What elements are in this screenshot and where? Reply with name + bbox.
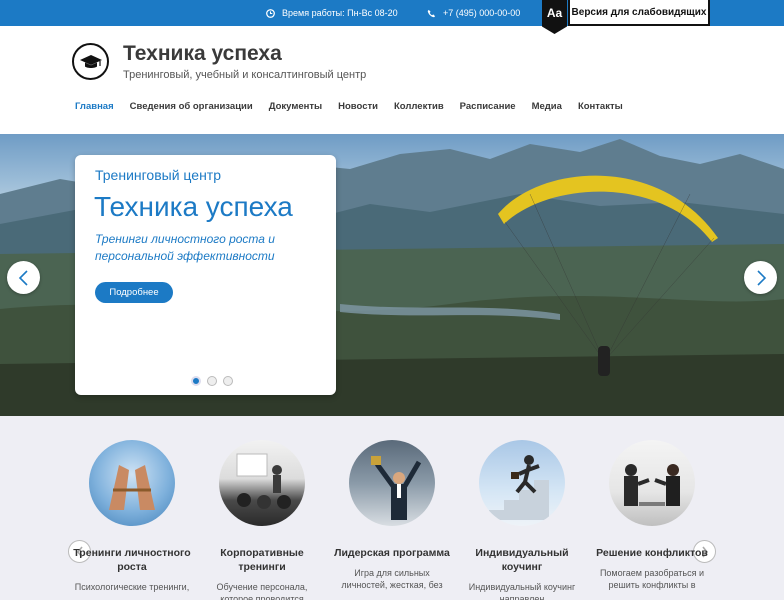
graduation-cap-icon <box>79 54 102 68</box>
service-image-chained-hands[interactable] <box>89 440 175 526</box>
slider-prev-button[interactable] <box>7 261 40 294</box>
phone[interactable]: +7 (495) 000-00-00 <box>427 0 520 26</box>
service-image-conflict[interactable] <box>609 440 695 526</box>
slide-kicker: Тренинговый центр <box>95 167 221 183</box>
chevron-left-icon <box>18 269 28 286</box>
clock-icon <box>266 8 275 18</box>
slide-title: Техника успеха <box>94 191 293 222</box>
service-image-stairs-climb[interactable] <box>479 440 565 526</box>
service-card[interactable]: Корпоративные тренинги Обучение персонал… <box>202 440 322 600</box>
service-name[interactable]: Тренинги личностного роста <box>72 546 192 574</box>
logo[interactable] <box>72 43 109 80</box>
service-card[interactable]: Лидерская программа Игра для сильных лич… <box>332 440 452 591</box>
low-vision-version-button[interactable]: Версия для слабовидящих <box>568 0 710 26</box>
nav-item-home[interactable]: Главная <box>75 100 114 114</box>
service-image-seminar[interactable] <box>219 440 305 526</box>
site-title[interactable]: Техника успеха <box>123 42 282 66</box>
phone-icon <box>427 9 436 17</box>
slider-next-button[interactable] <box>744 261 777 294</box>
slide-description: Тренинги личностного роста и персонально… <box>95 232 275 263</box>
service-text: Помогаем разобраться и решить конфликты … <box>599 568 705 590</box>
service-card[interactable]: Индивидуальный коучинг Индивидуальный ко… <box>462 440 582 600</box>
nav-item-team[interactable]: Коллектив <box>394 100 444 114</box>
slider-pagination <box>191 376 233 386</box>
service-name[interactable]: Индивидуальный коучинг <box>462 546 582 574</box>
slider-dot-3[interactable] <box>223 376 233 386</box>
chevron-right-icon <box>756 269 766 286</box>
nav-item-media[interactable]: Медиа <box>532 100 562 114</box>
phone-number[interactable]: +7 (495) 000-00-00 <box>443 8 520 18</box>
service-card[interactable]: Тренинги личностного роста Психологическ… <box>72 440 192 593</box>
service-text: Индивидуальный коучинг направлен <box>468 582 576 600</box>
site-subtitle: Тренинговый, учебный и консалтинговый це… <box>123 69 367 81</box>
services-section: Тренинги личностного роста Психологическ… <box>0 416 784 600</box>
main-nav: Главная Сведения об организации Документ… <box>75 100 639 114</box>
more-button[interactable]: Подробнее <box>95 282 173 303</box>
service-name[interactable]: Корпоративные тренинги <box>202 546 322 574</box>
nav-item-documents[interactable]: Документы <box>269 100 322 114</box>
nav-item-news[interactable]: Новости <box>338 100 378 114</box>
service-text: Психологические тренинги, <box>74 582 190 592</box>
font-size-badge[interactable]: Aa <box>542 0 567 34</box>
slider-dot-1[interactable] <box>191 376 201 386</box>
working-hours-text: Время работы: Пн-Вс 08-20 <box>282 8 398 18</box>
nav-item-schedule[interactable]: Расписание <box>460 100 516 114</box>
nav-item-organization-info[interactable]: Сведения об организации <box>130 100 253 114</box>
top-bar: Время работы: Пн-Вс 08-20 +7 (495) 000-0… <box>0 0 784 34</box>
service-text: Игра для сильных личностей, жесткая, без <box>341 568 443 590</box>
service-name[interactable]: Решение конфликтов <box>592 546 712 560</box>
nav-item-contacts[interactable]: Контакты <box>578 100 623 114</box>
service-name[interactable]: Лидерская программа <box>332 546 452 560</box>
slide-card: Тренинговый центр Техника успеха Тренинг… <box>75 155 336 395</box>
service-image-leader-trophy[interactable] <box>349 440 435 526</box>
service-text: Обучение персонала, которое проводится <box>216 582 308 600</box>
slider-dot-2[interactable] <box>207 376 217 386</box>
working-hours: Время работы: Пн-Вс 08-20 <box>266 0 398 26</box>
service-card[interactable]: Решение конфликтов Помогаем разобраться … <box>592 440 712 591</box>
